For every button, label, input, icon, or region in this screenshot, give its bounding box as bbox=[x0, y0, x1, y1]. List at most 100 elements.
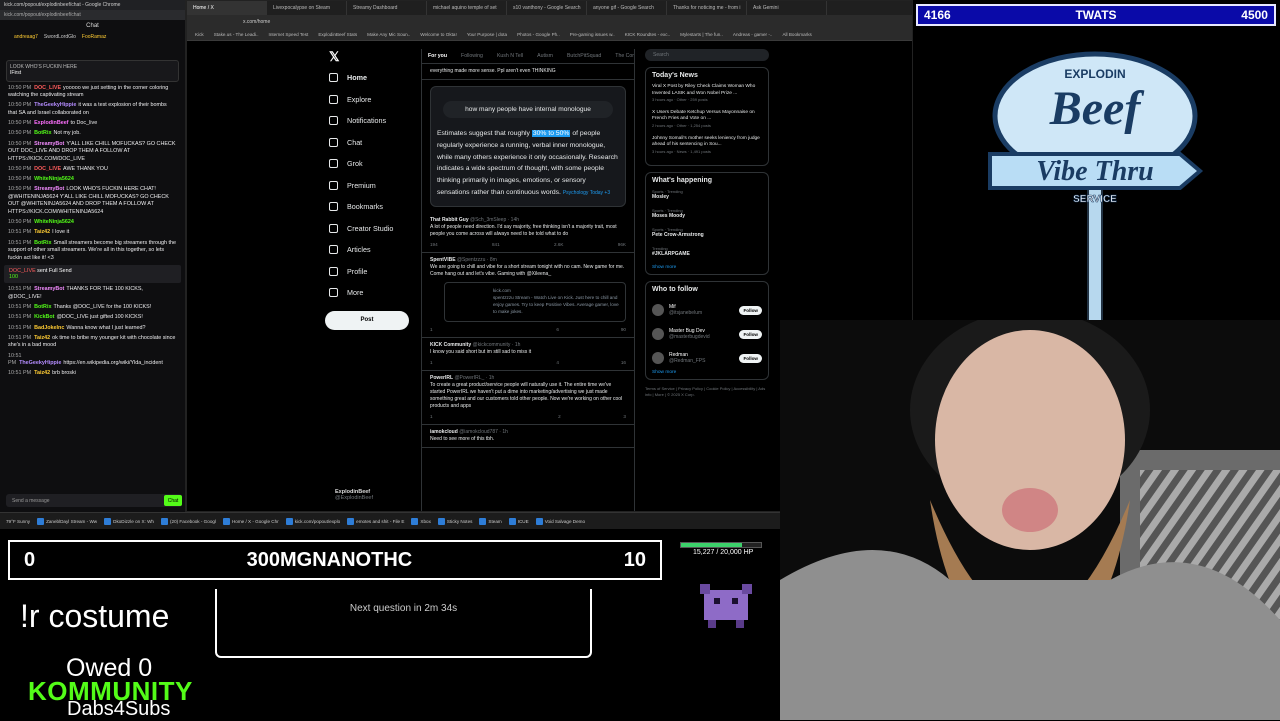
like-count[interactable]: 2 bbox=[558, 413, 561, 420]
pinned-message[interactable]: LOOK WHO'S FUCKIN HERE IFirst bbox=[6, 60, 179, 82]
chat-username[interactable]: StreamyBot bbox=[34, 286, 64, 292]
follow-suggestion[interactable]: Mif @itsjanebelum Follow bbox=[652, 298, 762, 322]
chat-username[interactable]: Taiz42 bbox=[34, 370, 50, 376]
nav-item-grok[interactable]: Grok bbox=[329, 153, 429, 175]
trend-item[interactable]: Trending #JKLARPGAME bbox=[652, 246, 762, 257]
taskbar-item[interactable]: Steam bbox=[479, 517, 502, 525]
chat-username[interactable]: WhiteNinja5624 bbox=[34, 219, 74, 225]
trend-item[interactable]: Sports · Trending Mosley bbox=[652, 189, 762, 200]
follow-button[interactable]: Follow bbox=[739, 305, 762, 315]
trend-item[interactable]: Sports · Trending Pete Crow-Armstrong bbox=[652, 227, 762, 238]
bookmark-item[interactable]: Make Any Mic Soun.. bbox=[367, 32, 410, 37]
browser-tab[interactable]: anyone gif - Google Search bbox=[587, 1, 667, 15]
nav-item-home[interactable]: Home bbox=[329, 67, 429, 89]
follow-show-more[interactable]: Show more bbox=[652, 370, 762, 375]
nav-item-chat[interactable]: Chat bbox=[329, 132, 429, 154]
view-count[interactable]: 96K bbox=[618, 241, 626, 248]
chat-username[interactable]: DOC_LIVE bbox=[34, 166, 61, 172]
nav-item-premium[interactable]: Premium bbox=[329, 175, 429, 197]
browser-tab[interactable]: Livexpocalypse on Steam bbox=[267, 1, 347, 15]
tweet-author-name[interactable]: PowerIRL bbox=[430, 375, 453, 381]
like-count[interactable]: 6 bbox=[556, 326, 559, 333]
nav-item-articles[interactable]: Articles bbox=[329, 239, 429, 261]
chat-username[interactable]: TheGeekyHippie bbox=[34, 102, 76, 108]
feed-tab[interactable]: The Cone bbox=[615, 53, 634, 59]
grok-source[interactable]: Psychology Today +3 bbox=[563, 190, 610, 196]
chat-username[interactable]: BotRix bbox=[34, 304, 51, 310]
chat-username[interactable]: WhiteNinja5624 bbox=[34, 176, 74, 182]
bookmark-item[interactable]: Kick bbox=[195, 32, 204, 37]
follow-suggestion[interactable]: Redman @Redman_FPS Follow bbox=[652, 346, 762, 370]
bookmark-item[interactable]: Internet Speed Test bbox=[269, 32, 309, 37]
chat-username[interactable]: BadJokeInc bbox=[34, 325, 64, 331]
tweet[interactable]: iamokcloud @iamokcloud787 · 1h Need to se… bbox=[422, 425, 634, 448]
chat-username[interactable]: DOC_LIVE bbox=[34, 85, 61, 91]
chat-username[interactable]: KickBot bbox=[34, 314, 54, 320]
account-switcher[interactable]: ExplodinBeef @ExplodinBeef bbox=[335, 489, 373, 501]
taskbar-item[interactable]: ICUE bbox=[508, 517, 529, 525]
like-count[interactable]: 4 bbox=[556, 359, 559, 366]
chat-username[interactable]: ExplodinBeef bbox=[34, 120, 68, 126]
like-count[interactable]: 2.6K bbox=[554, 241, 563, 248]
bookmark-item[interactable]: Mylestarts | The fun.. bbox=[680, 32, 723, 37]
feed-tab[interactable]: Kush N Tell bbox=[497, 53, 523, 59]
x-search-input[interactable]: Search bbox=[645, 49, 769, 61]
bookmark-item[interactable]: Stake.us - The Leadi.. bbox=[214, 32, 259, 37]
nav-item-profile[interactable]: Profile bbox=[329, 261, 429, 283]
chat-username[interactable]: BotRix bbox=[34, 240, 51, 246]
news-item[interactable]: Viral X Post by Riley Check Claims Woman… bbox=[652, 84, 762, 104]
nav-item-notifications[interactable]: Notifications bbox=[329, 110, 429, 132]
weather-widget[interactable]: 79°F Sunny bbox=[6, 519, 30, 524]
browser-tab[interactable]: s10 vanthony - Google Search bbox=[507, 1, 587, 15]
bookmark-item[interactable]: KICK Roundtes - exc.. bbox=[625, 32, 670, 37]
taskbar-item[interactable]: (20) Facebook - Googl bbox=[160, 517, 216, 525]
view-count[interactable]: 3 bbox=[623, 413, 626, 420]
taskbar-item[interactable]: Void Salvage Demo bbox=[535, 517, 585, 525]
bookmark-item[interactable]: All Bookmarks bbox=[782, 32, 811, 37]
chat-username[interactable]: BotRix bbox=[34, 130, 51, 136]
tweet[interactable]: KICK Community @kickcommunity · 1h I know… bbox=[422, 338, 634, 371]
news-item[interactable]: X Users Debate Ketchup Versus Mayonnaise… bbox=[652, 110, 762, 130]
x-logo-icon[interactable]: 𝕏 bbox=[329, 49, 339, 65]
tweet-author-name[interactable]: SpentVIBE bbox=[430, 257, 456, 263]
link-card[interactable]: kick.com spentzzzu Stream - Watch Live on… bbox=[444, 281, 626, 322]
reply-count[interactable]: 194 bbox=[430, 241, 438, 248]
taskbar-item[interactable]: ZaneblDayl Stream - Ww bbox=[37, 517, 97, 525]
browser-tab[interactable]: Thanks for noticing me - from i bbox=[667, 1, 747, 15]
taskbar-item[interactable]: DkoDizzle on X: Wh bbox=[104, 517, 154, 525]
feed-tab[interactable]: Following bbox=[461, 53, 483, 59]
nav-item-explore[interactable]: Explore bbox=[329, 89, 429, 111]
tweet-author-name[interactable]: iamokcloud bbox=[430, 429, 458, 435]
follow-button[interactable]: Follow bbox=[739, 329, 762, 339]
nav-item-more[interactable]: More bbox=[329, 282, 429, 304]
nav-item-creator-studio[interactable]: Creator Studio bbox=[329, 218, 429, 240]
view-count[interactable]: 16 bbox=[621, 359, 626, 366]
taskbar-item[interactable]: Xbox bbox=[411, 517, 431, 525]
view-count[interactable]: 90 bbox=[621, 326, 626, 333]
chat-username[interactable]: StreamyBot bbox=[34, 186, 64, 192]
post-button[interactable]: Post bbox=[325, 311, 409, 330]
browser-tab[interactable]: Streamy Dashboard bbox=[347, 1, 427, 15]
taskbar-item[interactable]: Home / X - Google Chr bbox=[222, 517, 279, 525]
nav-item-bookmarks[interactable]: Bookmarks bbox=[329, 196, 429, 218]
follow-suggestion[interactable]: Master Bug Dev @masterbugdevid Follow bbox=[652, 322, 762, 346]
chat-username[interactable]: StreamyBot bbox=[34, 141, 64, 147]
chat-username[interactable]: Taiz42 bbox=[34, 229, 50, 235]
chat-username[interactable]: Taiz42 bbox=[34, 335, 50, 341]
avatar[interactable] bbox=[652, 304, 664, 317]
bookmark-item[interactable]: Photos - Google Ph.. bbox=[517, 32, 560, 37]
reply-count[interactable]: 1 bbox=[430, 359, 433, 366]
reply-count[interactable]: 1 bbox=[430, 413, 433, 420]
bookmark-item[interactable]: Andreas - gamer -.. bbox=[733, 32, 773, 37]
bookmark-item[interactable]: Welcome to Okta! bbox=[420, 32, 456, 37]
browser-tab[interactable]: Home / X bbox=[187, 1, 267, 15]
bookmark-item[interactable]: Pre-gaming issues w.. bbox=[570, 32, 615, 37]
chat-username[interactable]: TheGeekyHippie bbox=[19, 360, 61, 366]
tweet[interactable]: SpentVIBE @Spentzzzu · 8m We are going to… bbox=[422, 253, 634, 338]
bookmark-item[interactable]: ExplodinBeef Stats bbox=[318, 32, 357, 37]
avatar[interactable] bbox=[652, 352, 664, 365]
tweet[interactable]: PowerIRL @PowerIRL_ · 1h To create a grea… bbox=[422, 371, 634, 425]
chat-url-bar[interactable]: kick.com/popout/explodinbeef/chat bbox=[0, 10, 185, 20]
repost-count[interactable]: 841 bbox=[492, 241, 500, 248]
tweet[interactable]: That Rabbit Guy @Sch_3mSleep · 14h A lot … bbox=[422, 213, 634, 253]
